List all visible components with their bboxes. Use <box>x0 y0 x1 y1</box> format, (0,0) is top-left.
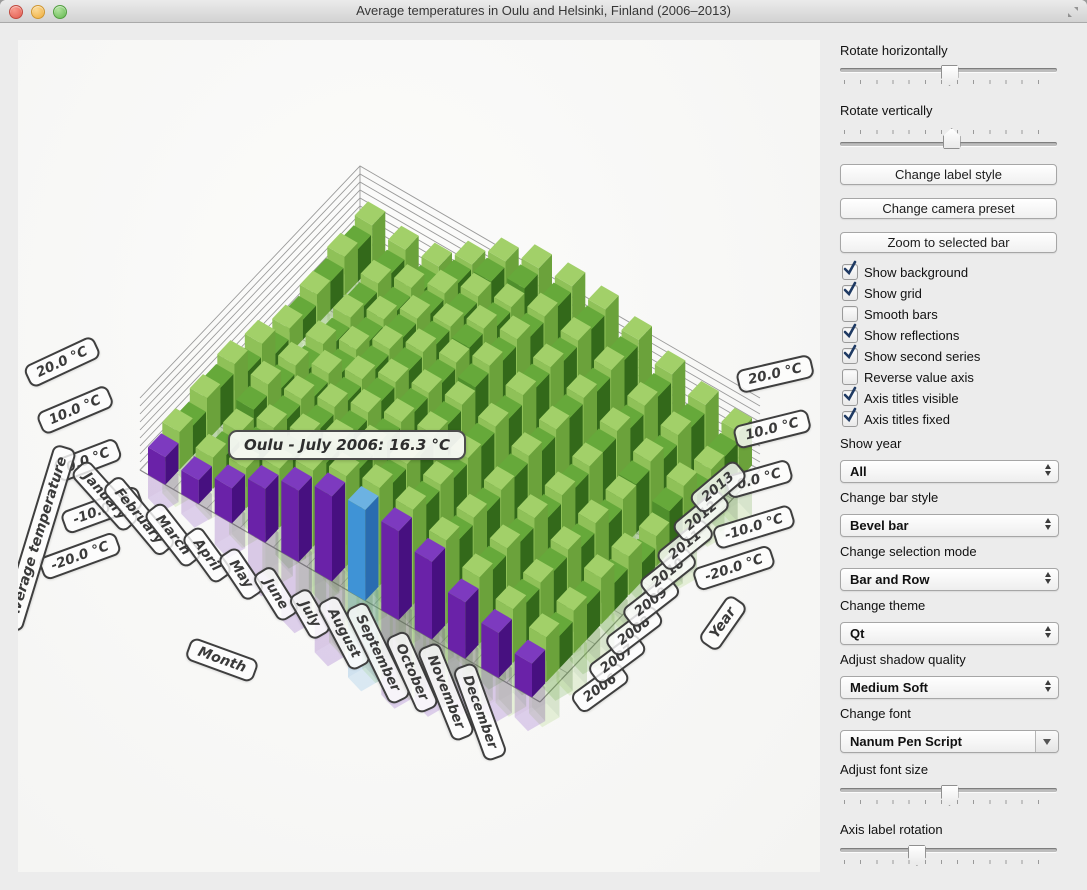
shadow-quality-select[interactable]: Medium Soft <box>840 676 1059 699</box>
checkbox-box[interactable] <box>842 390 858 406</box>
change-label-style-button[interactable]: Change label style <box>840 164 1057 185</box>
checkbox-box[interactable] <box>842 285 858 301</box>
checkbox-show-grid[interactable]: Show grid <box>842 284 922 302</box>
checkbox-label: Show background <box>864 265 968 280</box>
bar-style-select[interactable]: Bevel bar <box>840 514 1059 537</box>
select-value: All <box>850 464 867 479</box>
select-value: Qt <box>850 626 864 641</box>
checkbox-axis-titles-fixed[interactable]: Axis titles fixed <box>842 410 950 428</box>
dropdown-arrow-icon[interactable] <box>1035 731 1058 752</box>
updown-arrows-icon <box>1045 680 1051 692</box>
axis-label-rotation-label: Axis label rotation <box>840 822 943 837</box>
change-font-label: Change font <box>840 706 911 721</box>
checkbox-box[interactable] <box>842 369 858 385</box>
checkbox-label: Reverse value axis <box>864 370 974 385</box>
updown-arrows-icon <box>1045 626 1051 638</box>
checkbox-axis-titles-visible[interactable]: Axis titles visible <box>842 389 959 407</box>
select-value: Bevel bar <box>850 518 909 533</box>
select-value: Medium Soft <box>850 680 928 695</box>
titlebar[interactable]: Average temperatures in Oulu and Helsink… <box>0 0 1087 23</box>
checkbox-label: Axis titles visible <box>864 391 959 406</box>
updown-arrows-icon <box>1045 464 1051 476</box>
show-year-label: Show year <box>840 436 901 451</box>
theme-select[interactable]: Qt <box>840 622 1059 645</box>
checkbox-smooth-bars[interactable]: Smooth bars <box>842 305 938 323</box>
change-theme-label: Change theme <box>840 598 925 613</box>
slider-label-rotate-horizontally: Rotate horizontally <box>840 43 948 58</box>
change-camera-preset-button[interactable]: Change camera preset <box>840 198 1057 219</box>
checkbox-box[interactable] <box>842 411 858 427</box>
checkbox-show-background[interactable]: Show background <box>842 263 968 281</box>
selection-mode-select[interactable]: Bar and Row <box>840 568 1059 591</box>
checkbox-show-second-series[interactable]: Show second series <box>842 347 980 365</box>
checkbox-label: Show second series <box>864 349 980 364</box>
control-panel: Rotate horizontally Rotate vertically Ch… <box>840 22 1057 890</box>
checkbox-reverse-value-axis[interactable]: Reverse value axis <box>842 368 974 386</box>
chart-3d-view[interactable]: 20.0 °C10.0 °C0.0 °C-10.0 °C-20.0 °C20.0… <box>18 40 820 872</box>
font-combo[interactable]: Nanum Pen Script <box>840 730 1059 753</box>
checkbox-box[interactable] <box>842 327 858 343</box>
checkbox-label: Smooth bars <box>864 307 938 322</box>
checkbox-box[interactable] <box>842 306 858 322</box>
zoom-to-selected-bar-button[interactable]: Zoom to selected bar <box>840 232 1057 253</box>
adjust-shadow-quality-label: Adjust shadow quality <box>840 652 966 667</box>
bar-graph-scene <box>18 40 820 872</box>
select-value: Bar and Row <box>850 572 929 587</box>
checkbox-label: Show reflections <box>864 328 959 343</box>
window-title: Average temperatures in Oulu and Helsink… <box>0 3 1087 18</box>
updown-arrows-icon <box>1045 518 1051 530</box>
slider-label-rotate-vertically: Rotate vertically <box>840 103 932 118</box>
adjust-font-size-label: Adjust font size <box>840 762 928 777</box>
checkbox-show-reflections[interactable]: Show reflections <box>842 326 959 344</box>
checkbox-label: Axis titles fixed <box>864 412 950 427</box>
checkbox-label: Show grid <box>864 286 922 301</box>
font-size-slider[interactable] <box>840 786 1057 808</box>
change-bar-style-label: Change bar style <box>840 490 938 505</box>
slider-ticks <box>844 860 1054 864</box>
checkbox-box[interactable] <box>842 264 858 280</box>
change-selection-mode-label: Change selection mode <box>840 544 977 559</box>
show-year-select[interactable]: All <box>840 460 1059 483</box>
bars <box>148 201 752 697</box>
combo-value: Nanum Pen Script <box>850 734 962 749</box>
axis-label-rotation-slider[interactable] <box>840 846 1057 868</box>
checkbox-box[interactable] <box>842 348 858 364</box>
rotate-horizontal-slider[interactable] <box>840 66 1057 88</box>
app-window: Average temperatures in Oulu and Helsink… <box>0 0 1087 890</box>
slider-groove <box>840 848 1057 852</box>
rotate-vertical-slider[interactable] <box>840 126 1057 148</box>
fullscreen-icon[interactable] <box>1067 5 1079 17</box>
updown-arrows-icon <box>1045 572 1051 584</box>
